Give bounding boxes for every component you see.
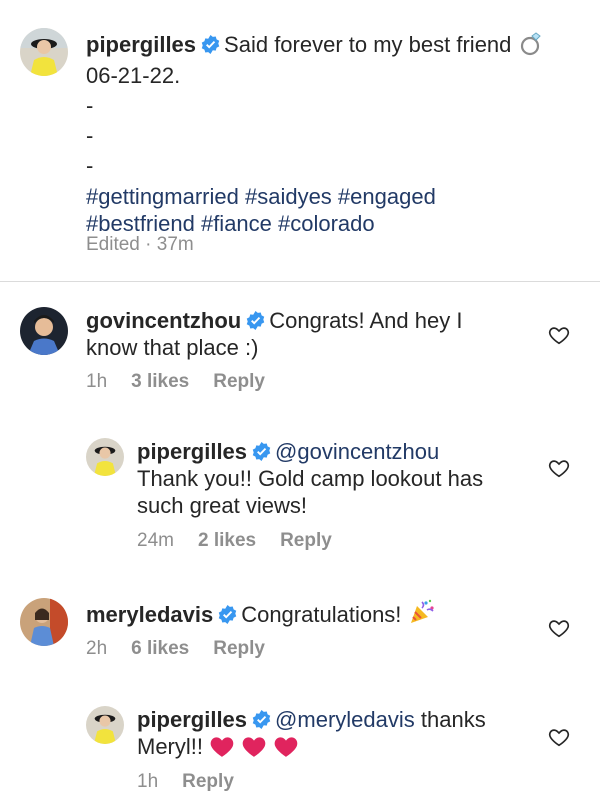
caption-dash: -: [86, 153, 94, 178]
username[interactable]: pipergilles: [137, 439, 247, 464]
verified-badge-icon: [252, 442, 271, 461]
red-heart-icon: [273, 734, 299, 764]
comment-meta: 24m 2 likes Reply: [137, 530, 356, 552]
comment-meta: 1h 3 likes Reply: [86, 371, 289, 393]
comment-reply: pipergilles @meryledavis thanks Meryl!!: [137, 706, 537, 764]
red-heart-icon: [209, 734, 235, 764]
comment-meta: 2h 6 likes Reply: [86, 638, 289, 660]
likes-count[interactable]: 2 likes: [198, 530, 256, 551]
comment: meryledavis Congratulations!: [86, 598, 546, 632]
comment-text: such great views!: [137, 493, 307, 518]
avatar[interactable]: [20, 598, 68, 646]
comment-time: 24m: [137, 530, 174, 551]
mention-link[interactable]: @govincentzhou: [275, 439, 439, 464]
caption-text: Said forever to my best friend: [224, 32, 512, 57]
comment-time: 1h: [86, 371, 108, 392]
verified-badge-icon: [201, 35, 220, 54]
comment-time: 1h: [137, 771, 159, 792]
caption-meta: Edited · 37m: [86, 234, 194, 255]
mention-link[interactable]: @meryledavis: [275, 707, 415, 732]
username[interactable]: pipergilles: [86, 32, 196, 57]
like-heart-icon[interactable]: [548, 726, 570, 748]
verified-badge-icon: [252, 710, 271, 729]
avatar[interactable]: [20, 28, 68, 76]
avatar[interactable]: [86, 438, 124, 476]
party-popper-icon: [408, 598, 436, 632]
reply-button[interactable]: Reply: [213, 371, 265, 392]
verified-badge-icon: [246, 311, 265, 330]
comment-reply: pipergilles @govincentzhou Thank you!! G…: [137, 438, 537, 519]
hashtags[interactable]: #bestfriend #fiance #colorado: [86, 210, 586, 237]
comment-time: 2h: [86, 638, 108, 659]
username[interactable]: govincentzhou: [86, 308, 241, 333]
caption-dash: -: [86, 93, 94, 118]
comment-text: Congratulations!: [241, 602, 402, 627]
caption-dash: -: [86, 123, 94, 148]
reply-button[interactable]: Reply: [280, 530, 332, 551]
hashtags[interactable]: #gettingmarried #saidyes #engaged: [86, 183, 586, 210]
comment-meta: 1h Reply: [137, 771, 258, 793]
comment-text: Meryl!!: [137, 734, 203, 759]
reply-button[interactable]: Reply: [213, 638, 265, 659]
like-heart-icon[interactable]: [548, 457, 570, 479]
comment: govincentzhou Congrats! And hey I know t…: [86, 307, 546, 361]
post-caption: pipergilles Said forever to my best frie…: [0, 0, 600, 282]
likes-count[interactable]: 3 likes: [131, 371, 189, 392]
avatar[interactable]: [20, 307, 68, 355]
caption-date: 06-21-22.: [86, 63, 181, 88]
ring-icon: [518, 30, 544, 62]
red-heart-icon: [241, 734, 267, 764]
username[interactable]: meryledavis: [86, 602, 213, 627]
likes-count[interactable]: 6 likes: [131, 638, 189, 659]
avatar[interactable]: [86, 706, 124, 744]
comment-text: Congrats! And hey I: [269, 308, 463, 333]
comment-text: know that place :): [86, 335, 259, 360]
verified-badge-icon: [218, 605, 237, 624]
reply-button[interactable]: Reply: [182, 771, 234, 792]
comment-text: thanks: [420, 707, 486, 732]
like-heart-icon[interactable]: [548, 617, 570, 639]
username[interactable]: pipergilles: [137, 707, 247, 732]
comment-text: Thank you!! Gold camp lookout has: [137, 466, 484, 491]
like-heart-icon[interactable]: [548, 324, 570, 346]
